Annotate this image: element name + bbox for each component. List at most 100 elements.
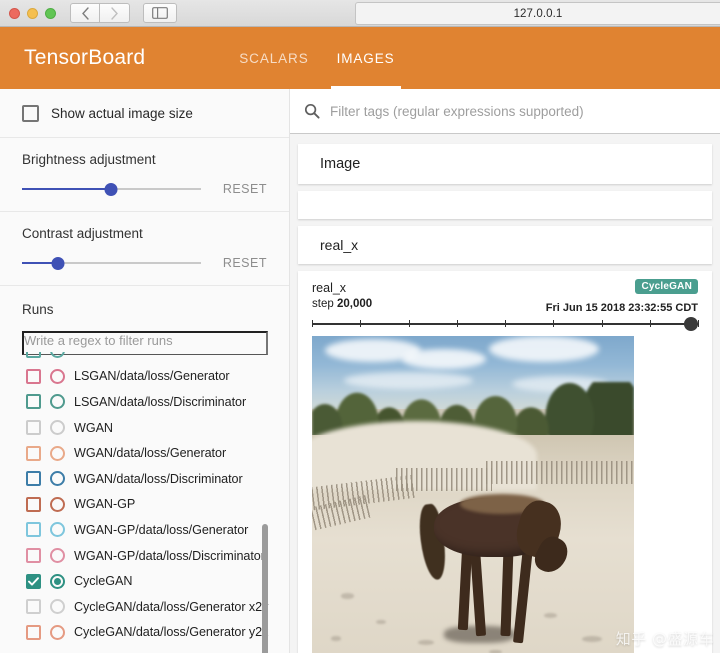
step-slider-tick (601, 320, 603, 327)
show-actual-image-size-row[interactable]: Show actual image size (0, 89, 289, 138)
photo-sand-mark (331, 636, 341, 641)
run-color-radio[interactable] (50, 599, 65, 615)
run-color-radio[interactable] (50, 496, 65, 512)
run-checkbox[interactable] (26, 573, 41, 589)
image-preview[interactable] (312, 336, 634, 653)
tab-scalars[interactable]: SCALARS (225, 27, 322, 89)
forward-button[interactable] (100, 3, 130, 23)
run-label: WGAN/data/loss/Generator (74, 446, 227, 461)
run-row[interactable]: WGAN/data/loss/Generator (0, 440, 289, 466)
run-row[interactable]: CycleGAN/data/loss/Generator x2y (0, 594, 289, 620)
tensorboard-tabs: SCALARS IMAGES (225, 27, 408, 89)
run-row[interactable]: WGAN-GP/data/loss/Discriminator (0, 543, 289, 569)
step-slider-tick (505, 320, 506, 327)
contrast-slider[interactable] (22, 255, 201, 271)
run-color-radio[interactable] (50, 624, 65, 640)
back-button[interactable] (70, 3, 100, 23)
image-card-meta: real_x step 20,000 CycleGAN Fri Jun 15 2… (312, 279, 698, 315)
image-card-step-prefix: step (312, 298, 334, 310)
step-slider[interactable] (312, 317, 699, 331)
run-checkbox[interactable] (26, 352, 41, 359)
run-label: WGAN-GP/data/loss/Generator (74, 522, 249, 537)
run-color-radio[interactable] (50, 445, 65, 461)
sidebar-toggle-button[interactable] (143, 3, 177, 23)
maximize-window-button[interactable] (45, 7, 56, 19)
tab-images[interactable]: IMAGES (323, 27, 409, 89)
image-card-timestamp: Fri Jun 15 2018 23:32:55 CDT (545, 302, 698, 314)
step-slider-tick (360, 320, 362, 327)
run-row[interactable]: CycleGAN/data/loss/Generator y2x (0, 620, 289, 646)
search-icon (304, 103, 320, 119)
run-checkbox[interactable] (26, 599, 41, 615)
step-slider-tick (456, 320, 458, 327)
minimize-window-button[interactable] (27, 7, 38, 19)
brightness-slider-thumb[interactable] (104, 182, 118, 196)
run-row[interactable] (0, 352, 289, 364)
run-color-radio[interactable] (50, 420, 65, 436)
run-checkbox[interactable] (26, 368, 41, 384)
run-checkbox[interactable] (26, 445, 41, 461)
run-label: WGAN-GP (74, 497, 136, 512)
run-checkbox[interactable] (26, 394, 41, 410)
run-color-radio-inner (54, 577, 61, 585)
contrast-reset-button[interactable]: RESET (223, 256, 267, 270)
run-checkbox[interactable] (26, 471, 41, 487)
run-label: CycleGAN/data/loss/Generator x2y (74, 599, 269, 614)
step-slider-tick (649, 320, 651, 327)
tensorboard-app: 127.0.0.1 TensorBoard SCALARS IMAGES Sho… (0, 0, 720, 653)
watermark: 知乎 @盛源车 (615, 630, 714, 648)
brightness-reset-button[interactable]: RESET (223, 182, 267, 196)
photo-cloud (489, 336, 599, 363)
run-row[interactable]: WGAN/data/loss/Discriminator (0, 466, 289, 492)
photo-sand-mark (489, 649, 502, 653)
address-bar[interactable]: 127.0.0.1 (355, 2, 720, 25)
runs-list: LSGAN/data/loss/Generator LSGAN/data/loss… (0, 352, 289, 653)
brightness-slider-fill (22, 188, 112, 190)
show-actual-image-size-label: Show actual image size (51, 106, 193, 121)
step-slider-thumb[interactable] (684, 317, 698, 331)
run-checkbox[interactable] (26, 548, 41, 564)
step-slider-tick (408, 320, 410, 327)
run-label: CycleGAN (74, 574, 133, 589)
run-color-radio[interactable] (50, 394, 65, 410)
run-row[interactable]: WGAN-GP (0, 492, 289, 518)
runs-list-scrollbar[interactable] (262, 524, 268, 653)
run-row[interactable]: LSGAN/data/loss/Generator (0, 364, 289, 390)
image-card-step: step 20,000 (312, 296, 372, 312)
run-label: WGAN (74, 420, 113, 435)
photo-sand-mark (340, 593, 354, 599)
browser-chrome: 127.0.0.1 (0, 0, 720, 27)
run-color-radio[interactable] (50, 471, 65, 487)
run-color-radio[interactable] (50, 573, 65, 589)
run-color-radio[interactable] (50, 368, 65, 384)
run-row[interactable]: WGAN-GP/data/loss/Generator (0, 517, 289, 543)
run-color-radio[interactable] (50, 548, 65, 564)
tensorboard-header: TensorBoard SCALARS IMAGES (0, 27, 720, 89)
category-header-label: Image (320, 156, 361, 172)
close-window-button[interactable] (9, 7, 20, 19)
run-color-radio[interactable] (50, 352, 65, 359)
show-actual-image-size-checkbox[interactable] (22, 105, 39, 122)
run-color-radio[interactable] (50, 522, 65, 538)
left-sidebar: Show actual image size Brightness adjust… (0, 89, 290, 653)
tag-group-card[interactable]: real_x (298, 226, 712, 264)
run-checkbox[interactable] (26, 624, 41, 640)
tag-filter-placeholder[interactable]: Filter tags (regular expressions support… (330, 104, 584, 119)
runs-list-inner: LSGAN/data/loss/Generator LSGAN/data/loss… (0, 352, 289, 646)
address-bar-url: 127.0.0.1 (513, 7, 563, 20)
run-checkbox[interactable] (26, 522, 41, 538)
run-label: WGAN/data/loss/Discriminator (74, 471, 243, 486)
run-row[interactable]: CycleGAN (0, 568, 289, 594)
run-checkbox[interactable] (26, 496, 41, 512)
photo-fence (485, 461, 634, 485)
brightness-slider[interactable] (22, 181, 201, 197)
step-slider-tick (553, 320, 555, 327)
category-header-card[interactable]: Image (298, 144, 712, 184)
run-row[interactable]: LSGAN/data/loss/Discriminator (0, 389, 289, 415)
checkmark-icon (28, 576, 39, 586)
run-row[interactable]: WGAN (0, 415, 289, 441)
main-panel: Filter tags (regular expressions support… (290, 89, 720, 653)
run-checkbox[interactable] (26, 420, 41, 436)
chevron-right-icon (111, 6, 118, 20)
contrast-slider-thumb[interactable] (51, 256, 65, 270)
